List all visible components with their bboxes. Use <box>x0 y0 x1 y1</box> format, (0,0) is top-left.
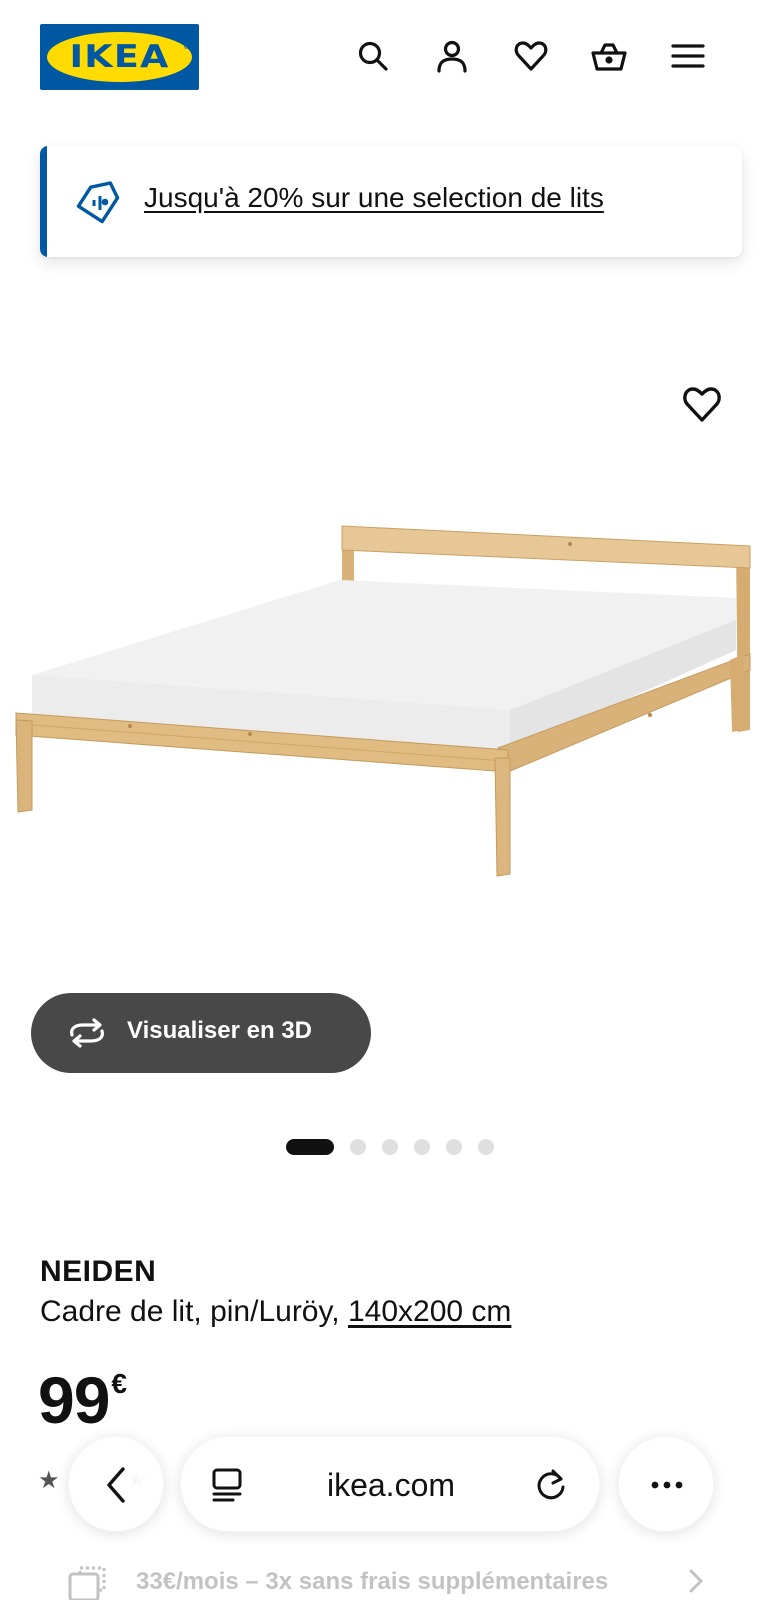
tag-icon <box>74 178 122 226</box>
carousel-dot-active[interactable] <box>286 1139 334 1155</box>
logo-registered-mark: ® <box>183 44 189 51</box>
carousel-dot[interactable] <box>414 1139 430 1155</box>
promo-link[interactable]: Jusqu'à 20% sur une selection de lits <box>144 182 604 214</box>
payment-icon <box>68 1566 106 1600</box>
search-icon[interactable] <box>353 36 393 76</box>
rotate-3d-icon <box>70 1018 104 1048</box>
menu-icon[interactable] <box>668 36 708 76</box>
promo-accent-bar <box>40 146 47 257</box>
promo-banner[interactable]: Jusqu'à 20% sur une selection de lits <box>40 146 742 257</box>
carousel-dot[interactable] <box>478 1139 494 1155</box>
product-price: 99€ <box>38 1362 127 1438</box>
price-value: 99 <box>38 1363 110 1437</box>
price-currency: € <box>111 1368 127 1399</box>
chevron-right-icon <box>689 1569 704 1593</box>
product-type: Cadre de lit, pin/Luröy, <box>40 1295 340 1328</box>
basket-icon[interactable] <box>589 36 629 76</box>
financing-row[interactable]: 33€/mois – 3x sans frais supplémentaires <box>66 1562 716 1600</box>
ikea-logo[interactable]: IKEA ® <box>40 24 199 90</box>
product-size-link[interactable]: 140x200 cm <box>348 1295 511 1328</box>
back-icon <box>107 1467 125 1503</box>
site-header: IKEA ® <box>0 0 782 120</box>
product-image-bed[interactable] <box>10 520 780 900</box>
carousel-dot[interactable] <box>382 1139 398 1155</box>
browser-more-button[interactable] <box>618 1436 714 1532</box>
financing-text: 33€/mois – 3x sans frais supplémentaires <box>136 1568 609 1595</box>
reload-icon[interactable] <box>533 1467 569 1503</box>
product-name: NEIDEN <box>40 1255 157 1288</box>
view-3d-label: Visualiser en 3D <box>127 1017 312 1044</box>
carousel-dot[interactable] <box>446 1139 462 1155</box>
logo-text: IKEA <box>69 39 170 75</box>
account-icon[interactable] <box>432 36 472 76</box>
heart-icon[interactable] <box>511 36 551 76</box>
favorite-heart-icon[interactable] <box>680 382 724 426</box>
carousel-dot[interactable] <box>350 1139 366 1155</box>
more-icon <box>651 1481 683 1489</box>
product-description: Cadre de lit, pin/Luröy, 140x200 cm <box>40 1295 511 1329</box>
browser-address-bar[interactable]: ikea.com <box>180 1436 600 1532</box>
browser-back-button[interactable] <box>68 1436 164 1532</box>
view-3d-button[interactable]: Visualiser en 3D <box>31 993 371 1073</box>
